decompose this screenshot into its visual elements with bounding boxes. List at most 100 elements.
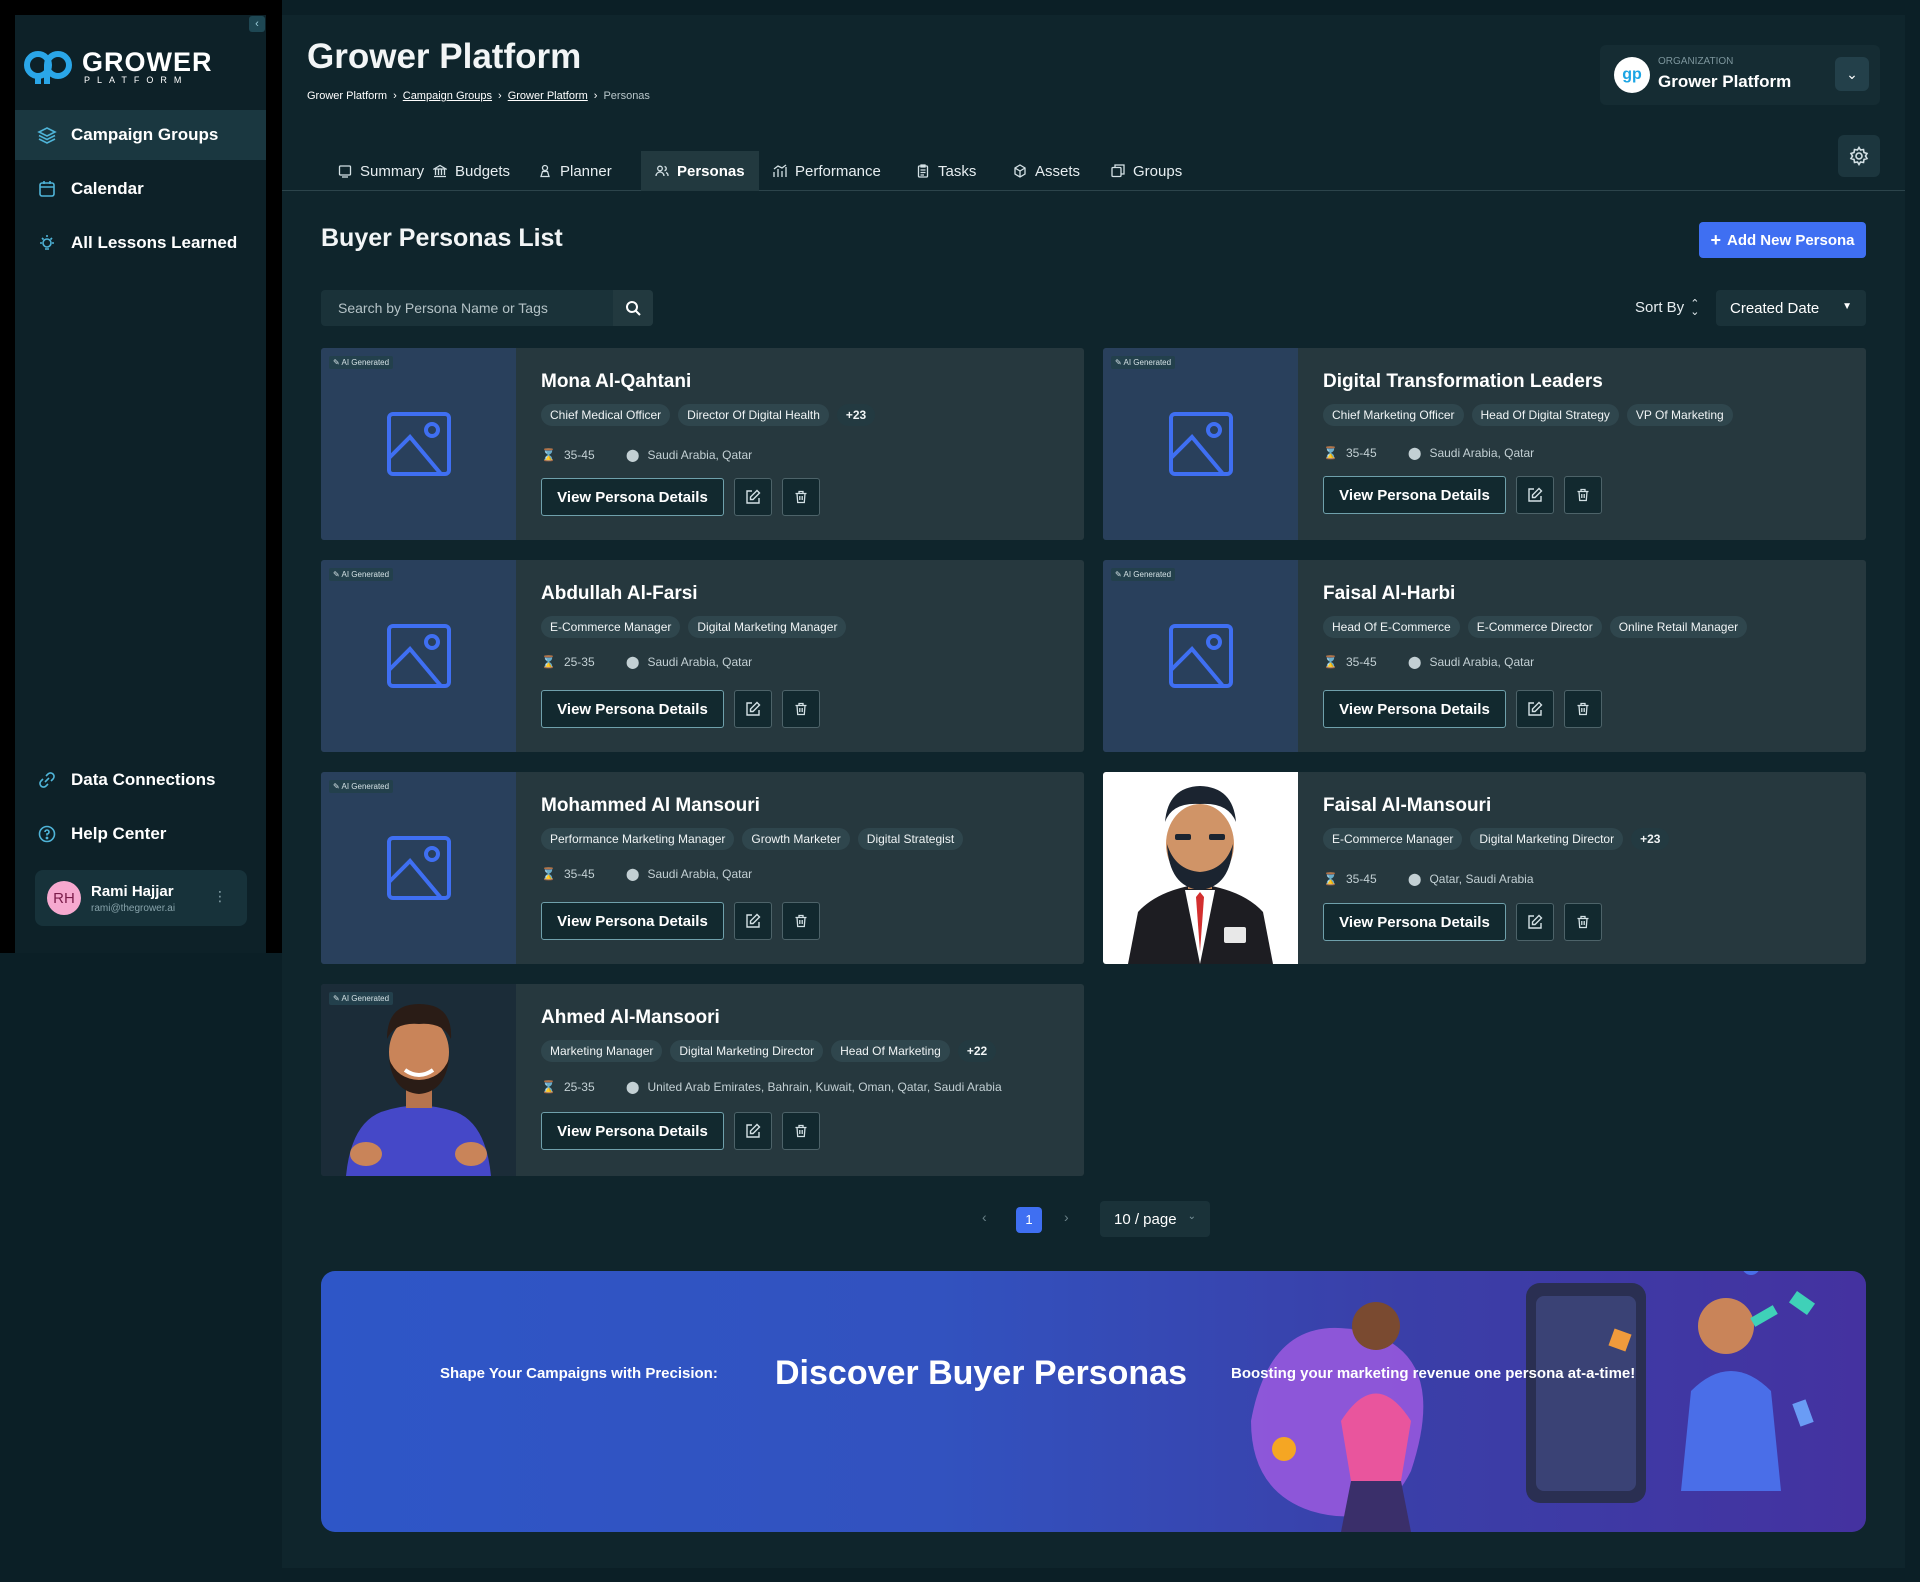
add-new-persona-button[interactable]: + Add New Persona	[1699, 222, 1866, 258]
trash-icon	[795, 702, 807, 716]
delete-persona-button[interactable]	[1564, 476, 1602, 514]
tab-personas[interactable]: Personas	[641, 151, 759, 191]
sidebar-item-campaign-groups[interactable]: Campaign Groups	[15, 110, 266, 160]
delete-persona-button[interactable]	[782, 478, 820, 516]
tab-label: Planner	[560, 162, 612, 180]
edit-icon	[1528, 701, 1543, 716]
breadcrumb-item[interactable]: Grower Platform	[508, 90, 588, 102]
clipboard-icon	[917, 164, 929, 178]
view-persona-details-button[interactable]: View Persona Details	[541, 902, 724, 940]
persona-tag: Marketing Manager	[541, 1040, 663, 1062]
persona-card: ✎ AI Generated Mohammed Al Mansouri Perf…	[321, 772, 1084, 964]
tab-label: Assets	[1035, 162, 1081, 180]
delete-persona-button[interactable]	[1564, 690, 1602, 728]
3d-man-illustration	[346, 1004, 491, 1176]
organization-selector[interactable]: gp ORGANIZATION Grower Platform ⌄	[1600, 45, 1880, 105]
wand-icon: ✎	[333, 782, 340, 791]
groups-icon	[1111, 164, 1125, 178]
sidebar: ‹ GROWER PLATFORM Campaign Groups Calend…	[0, 0, 282, 953]
page-size-select[interactable]: 10 / page ⌄	[1100, 1201, 1210, 1237]
hourglass-icon: ⌛	[1323, 446, 1338, 460]
badge-label: AI Generated	[1123, 570, 1172, 579]
tab-tasks[interactable]: Tasks	[902, 151, 990, 191]
more-vertical-icon[interactable]: ⋮	[213, 888, 227, 905]
breadcrumb-item[interactable]: Grower Platform	[307, 90, 387, 102]
sidebar-item-label: Help Center	[71, 824, 167, 843]
sidebar-item-help-center[interactable]: Help Center	[15, 809, 266, 859]
businessman-illustration	[1128, 786, 1273, 964]
logo-title: GROWER	[82, 47, 213, 77]
edit-persona-button[interactable]	[1516, 903, 1554, 941]
edit-persona-button[interactable]	[1516, 690, 1554, 728]
persona-tag-more[interactable]: +23	[1631, 828, 1670, 850]
tab-groups[interactable]: Groups	[1097, 151, 1196, 191]
sort-select[interactable]: Created Date ▼	[1716, 290, 1866, 326]
tab-planner[interactable]: Planner	[524, 151, 626, 191]
location-pin-icon: ⬤	[1408, 446, 1422, 460]
persona-photo	[1103, 772, 1298, 964]
ai-generated-badge: ✎ AI Generated	[329, 568, 394, 581]
search-input[interactable]	[321, 290, 613, 326]
persona-tag-more[interactable]: +23	[836, 404, 876, 426]
persona-card: Faisal Al-Mansouri E-Commerce Manager Di…	[1103, 772, 1866, 964]
delete-persona-button[interactable]	[782, 690, 820, 728]
tab-budgets[interactable]: Budgets	[419, 151, 524, 191]
sort-by-toggle[interactable]: Sort By ⌃ ⌄	[1635, 298, 1699, 317]
bank-icon	[433, 164, 447, 178]
persona-tags: E-Commerce Manager Digital Marketing Man…	[541, 616, 847, 638]
edit-persona-button[interactable]	[734, 1112, 772, 1150]
delete-persona-button[interactable]	[782, 902, 820, 940]
page-number-current[interactable]: 1	[1016, 1207, 1042, 1233]
view-persona-details-button[interactable]: View Persona Details	[1323, 476, 1506, 514]
view-persona-details-button[interactable]: View Persona Details	[541, 690, 724, 728]
location-pin-icon: ⬤	[1408, 872, 1422, 886]
app-logo[interactable]: GROWER PLATFORM	[24, 48, 213, 86]
user-profile-card[interactable]: RH Rami Hajjar rami@thegrower.ai ⋮	[35, 870, 247, 926]
persona-tag: Performance Marketing Manager	[541, 828, 735, 850]
persona-tags: Performance Marketing Manager Growth Mar…	[541, 828, 964, 850]
edit-persona-button[interactable]	[1516, 476, 1554, 514]
persona-tag-more[interactable]: +22	[957, 1040, 997, 1062]
trash-icon	[1577, 702, 1589, 716]
persona-name: Ahmed Al-Mansoori	[541, 1007, 720, 1028]
chevron-down-icon[interactable]: ⌄	[1835, 57, 1869, 91]
persona-meta: ⌛ 35-45 ⬤ Saudi Arabia, Qatar	[1323, 655, 1534, 669]
persona-tag: Digital Marketing Director	[1470, 828, 1624, 850]
view-persona-details-button[interactable]: View Persona Details	[1323, 903, 1506, 941]
chevron-left-icon[interactable]: ‹	[982, 1209, 987, 1225]
search-button[interactable]	[613, 290, 653, 326]
link-icon	[39, 772, 55, 788]
edit-persona-button[interactable]	[734, 690, 772, 728]
pagination: ‹ 1 › 10 / page ⌄	[282, 1201, 1905, 1237]
sidebar-item-calendar[interactable]: Calendar	[15, 164, 266, 214]
tab-assets[interactable]: Assets	[999, 151, 1094, 191]
delete-persona-button[interactable]	[782, 1112, 820, 1150]
persona-meta: ⌛ 35-45 ⬤ Saudi Arabia, Qatar	[541, 867, 752, 881]
persona-meta: ⌛ 25-35 ⬤ United Arab Emirates, Bahrain, K…	[541, 1080, 1002, 1094]
persona-image-placeholder: ✎ AI Generated	[1103, 348, 1298, 540]
trash-icon	[795, 914, 807, 928]
tab-performance[interactable]: Performance	[759, 151, 895, 191]
breadcrumb: Grower Platform › Campaign Groups › Grow…	[307, 90, 650, 102]
view-persona-details-button[interactable]: View Persona Details	[541, 478, 724, 516]
view-persona-details-button[interactable]: View Persona Details	[541, 1112, 724, 1150]
sidebar-item-lessons-learned[interactable]: All Lessons Learned	[15, 218, 266, 268]
sidebar-item-label: Campaign Groups	[71, 125, 219, 144]
sidebar-item-data-connections[interactable]: Data Connections	[15, 755, 266, 805]
persona-tag: E-Commerce Manager	[1323, 828, 1463, 850]
persona-name: Faisal Al-Mansouri	[1323, 795, 1492, 816]
banner-illustration	[1251, 1271, 1816, 1532]
chevron-right-icon[interactable]: ›	[1064, 1209, 1069, 1225]
edit-persona-button[interactable]	[734, 902, 772, 940]
breadcrumb-item[interactable]: Campaign Groups	[403, 90, 492, 102]
tab-label: Summary	[360, 162, 425, 180]
calendar-icon	[39, 181, 55, 197]
view-persona-details-button[interactable]: View Persona Details	[1323, 690, 1506, 728]
delete-persona-button[interactable]	[1564, 903, 1602, 941]
hourglass-icon: ⌛	[541, 448, 556, 462]
sidebar-item-label: Data Connections	[71, 770, 216, 789]
edit-persona-button[interactable]	[734, 478, 772, 516]
location-pin-icon: ⬤	[1408, 655, 1422, 669]
persona-card: ✎ AI Generated Abdullah Al-Farsi E-Comme…	[321, 560, 1084, 752]
collapse-sidebar-button[interactable]: ‹	[249, 16, 265, 32]
